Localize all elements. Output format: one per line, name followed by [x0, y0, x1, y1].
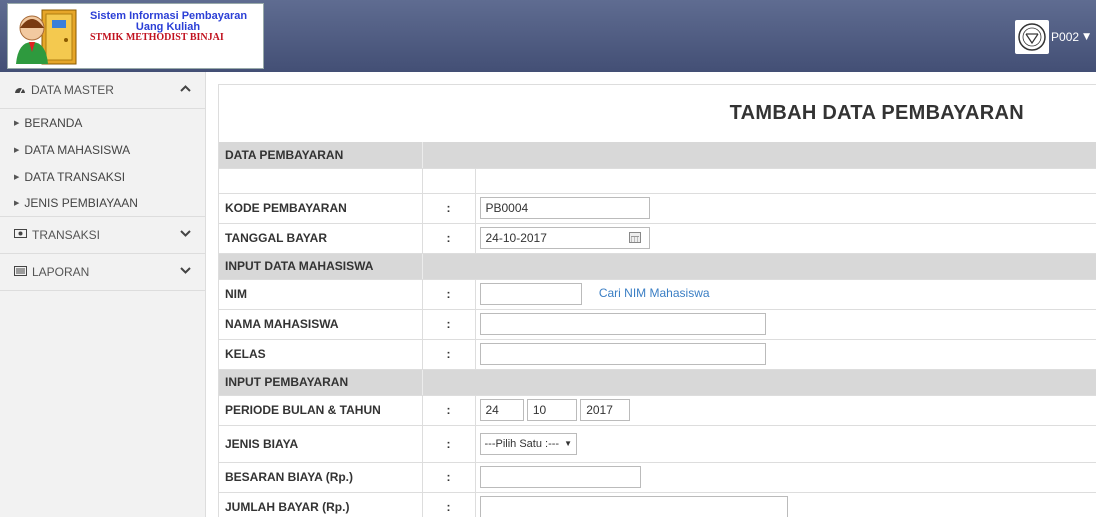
section-title: INPUT PEMBAYARAN [219, 369, 423, 396]
form-row-tanggal: TANGGAL BAYAR : 24-10-2017 [219, 223, 1096, 254]
kode-pembayaran-input[interactable] [479, 197, 650, 219]
sidebar-section-label: LAPORAN [32, 265, 90, 279]
sidebar-section-laporan[interactable]: LAPORAN [0, 254, 205, 291]
field-label: JUMLAH BAYAR (Rp.) [219, 492, 422, 517]
user-name: P002 [1051, 30, 1080, 44]
chevron-down-icon [180, 230, 191, 241]
jumlah-bayar-input[interactable] [479, 496, 788, 517]
form-row-nama: NAMA MAHASISWA : [219, 309, 1096, 340]
field-label: TANGGAL BAYAR [219, 223, 422, 254]
sidebar-item-beranda[interactable]: ▶ BERANDA [0, 109, 205, 136]
nama-mahasiswa-input[interactable] [479, 313, 766, 335]
colon-separator: : [421, 193, 476, 224]
colon-separator: : [421, 395, 476, 426]
colon-separator: : [421, 309, 476, 340]
main-panel: TAMBAH DATA PEMBAYARAN DATA PEMBAYARAN K… [218, 84, 1096, 517]
spacer-row [219, 168, 1096, 194]
field-label: KODE PEMBAYARAN [219, 193, 422, 224]
tanggal-bayar-datepicker[interactable]: 24-10-2017 [479, 227, 650, 249]
periode-year-input[interactable] [580, 399, 631, 421]
kelas-input[interactable] [479, 343, 766, 365]
field-label: PERIODE BULAN & TAHUN [219, 395, 422, 426]
colon-separator: : [421, 339, 476, 370]
form-row-kelas: KELAS : [219, 339, 1096, 370]
section-header-data-pembayaran: DATA PEMBAYARAN [219, 142, 1096, 169]
colon-separator: : [421, 425, 476, 463]
section-title: INPUT DATA MAHASISWA [219, 253, 423, 280]
field-label: NAMA MAHASISWA [219, 309, 422, 340]
sidebar-item-data-mahasiswa[interactable]: ▶ DATA MAHASISWA [0, 136, 205, 163]
institution-seal-icon [1015, 20, 1050, 54]
besaran-biaya-input[interactable] [479, 466, 641, 488]
caret-right-icon: ▶ [14, 173, 20, 181]
door-user-logo-icon [16, 9, 77, 65]
select-value: ---Pilih Satu :--- [484, 437, 560, 450]
jenis-biaya-select[interactable]: ---Pilih Satu :--- ▼ [479, 432, 577, 455]
app-logo[interactable]: Sistem Informasi Pembayaran Uang Kuliah … [7, 3, 264, 69]
form-row-besaran: BESARAN BIAYA (Rp.) : [219, 462, 1096, 493]
colon-separator: : [421, 223, 476, 254]
sidebar-item-label: JENIS PEMBIAYAAN [24, 196, 138, 210]
field-label: JENIS BIAYA [219, 425, 422, 463]
field-label: BESARAN BIAYA (Rp.) [219, 462, 422, 493]
section-header-input-pembayaran: INPUT PEMBAYARAN [219, 369, 1096, 396]
form-row-jenis-biaya: JENIS BIAYA : ---Pilih Satu :--- ▼ [219, 425, 1096, 463]
colon-separator: : [421, 462, 476, 493]
page-title: TAMBAH DATA PEMBAYARAN [729, 102, 1024, 124]
dropdown-arrow-icon: ▼ [564, 439, 572, 448]
chevron-down-icon [180, 267, 191, 278]
list-icon [14, 265, 27, 279]
sidebar-item-data-transaksi[interactable]: ▶ DATA TRANSAKSI [0, 163, 205, 190]
user-menu[interactable]: P002 ▼ [1015, 18, 1096, 56]
date-value: 24-10-2017 [485, 231, 547, 245]
sidebar-item-label: DATA TRANSAKSI [24, 169, 126, 184]
periode-month-input[interactable] [526, 399, 577, 421]
sidebar-section-data-master[interactable]: DATA MASTER [0, 72, 205, 109]
sidebar-section-label: DATA MASTER [31, 83, 114, 97]
sidebar: DATA MASTER ▶ BERANDA ▶ DATA MAHASISWA ▶… [0, 72, 206, 517]
sidebar-item-label: DATA MAHASISWA [24, 142, 131, 157]
cari-nim-link[interactable]: Cari NIM Mahasiswa [599, 286, 710, 300]
logo-title-line3: STMIK METHODIST BINJAI [90, 32, 224, 43]
form-row-kode: KODE PEMBAYARAN : [219, 193, 1096, 224]
sidebar-item-jenis-pembiayaan[interactable]: ▶ JENIS PEMBIAYAAN [0, 190, 205, 217]
top-header: Sistem Informasi Pembayaran Uang Kuliah … [0, 0, 1096, 72]
form-row-nim: NIM : Cari NIM Mahasiswa [219, 279, 1096, 310]
form-row-periode: PERIODE BULAN & TAHUN : [219, 395, 1096, 426]
dashboard-icon [14, 84, 26, 97]
periode-day-input[interactable] [479, 399, 524, 421]
sidebar-item-label: BERANDA [24, 115, 83, 130]
payment-form: DATA PEMBAYARAN KODE PEMBAYARAN : TANGGA… [219, 142, 1096, 517]
field-label: KELAS [219, 339, 422, 370]
caret-right-icon: ▶ [14, 146, 20, 154]
caret-right-icon: ▶ [14, 119, 20, 127]
sidebar-section-transaksi[interactable]: TRANSAKSI [0, 217, 205, 254]
sidebar-section-label: TRANSAKSI [32, 228, 101, 242]
money-icon [14, 229, 27, 241]
calendar-icon[interactable] [628, 232, 641, 243]
section-title: DATA PEMBAYARAN [219, 142, 423, 169]
caret-down-icon: ▼ [1083, 32, 1090, 42]
colon-separator: : [421, 279, 476, 310]
caret-right-icon: ▶ [14, 200, 20, 207]
chevron-up-icon [180, 85, 191, 96]
colon-separator: : [421, 492, 476, 517]
section-header-input-data-mahasiswa: INPUT DATA MAHASISWA [219, 253, 1096, 280]
nim-input[interactable] [479, 283, 582, 305]
form-row-jumlah: JUMLAH BAYAR (Rp.) : [219, 492, 1096, 517]
field-label: NIM [219, 279, 422, 310]
